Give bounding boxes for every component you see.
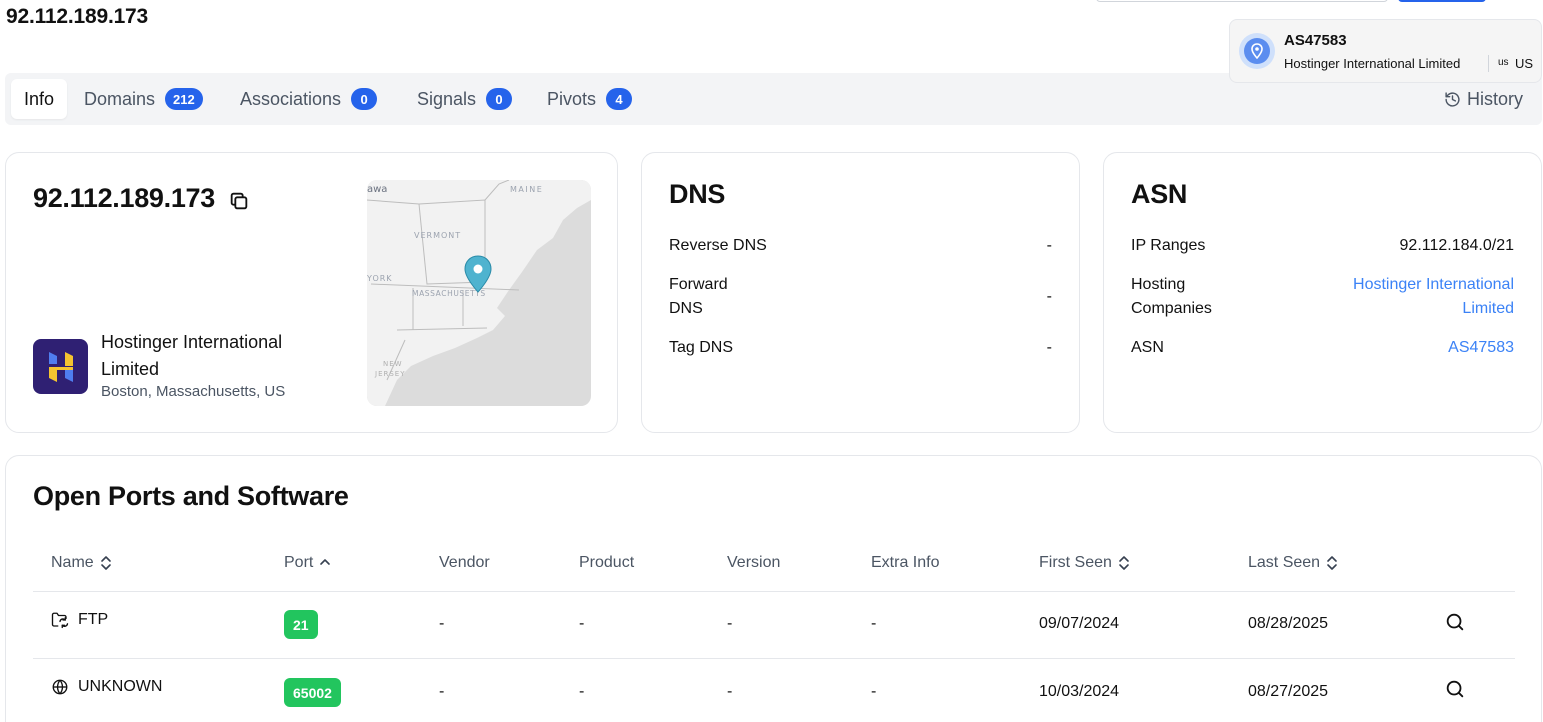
tab-label: Signals [417, 88, 477, 109]
folder-sync-icon [51, 612, 69, 629]
vendor-cell: - [439, 683, 445, 700]
row-divider [33, 591, 1515, 592]
location-map[interactable]: awa MAINE VERMONT YORK MASSACHUSETTS NEW… [367, 180, 591, 406]
search-input[interactable] [1096, 0, 1388, 2]
column-header-extra-info: Extra Info [871, 554, 940, 571]
tab-signals[interactable]: Signals 0 [417, 79, 513, 119]
ip-range-value: 92.112.184.0/21 [1399, 237, 1514, 254]
map-label: VERMONT [414, 231, 461, 240]
hosting-company-name: Hostinger International Limited [101, 332, 283, 379]
column-header-product: Product [579, 554, 635, 571]
dns-card: DNS Reverse DNS - Forward DNS - Tag DNS … [641, 152, 1080, 433]
asn-card: ASN IP Ranges 92.112.184.0/21 Hosting Co… [1103, 152, 1542, 433]
search-icon[interactable] [1444, 678, 1466, 700]
sort-icon [100, 556, 111, 570]
column-header-name[interactable]: Name [51, 554, 112, 572]
sort-icon [1327, 556, 1337, 570]
tab-label: Domains [84, 88, 156, 109]
tab-history[interactable]: History [1444, 79, 1523, 119]
tab-count-badge: 0 [351, 88, 378, 110]
page-title: 92.112.189.173 [6, 5, 149, 28]
asn-label: Hosting Companies [1131, 276, 1212, 317]
map-label: MASSACHUSETTS [412, 289, 486, 298]
column-header-version: Version [727, 554, 781, 571]
tab-domains[interactable]: Domains 212 [84, 79, 203, 119]
map-label: YORK [367, 274, 393, 283]
country-flag: us [1498, 57, 1509, 68]
tab-pivots[interactable]: Pivots 4 [547, 79, 633, 119]
asn-heading: ASN [1131, 179, 1188, 209]
dns-value: - [1046, 339, 1052, 356]
sort-icon [1119, 556, 1129, 570]
sort-ascending-icon [320, 559, 331, 565]
globe-icon [52, 679, 68, 695]
extra-info-cell: - [871, 683, 877, 700]
asn-popover-asn: AS47583 [1284, 32, 1347, 49]
tab-info[interactable]: Info [11, 79, 68, 119]
history-label: History [1466, 88, 1523, 109]
hostinger-logo [33, 339, 88, 394]
map-label: JERSEY [374, 370, 406, 378]
dns-label: Tag DNS [669, 339, 734, 356]
port-badge[interactable]: 65002 [284, 678, 341, 707]
dns-heading: DNS [669, 179, 726, 209]
map-label: MAINE [510, 185, 543, 194]
map-label: awa [367, 184, 387, 195]
asn-label: ASN [1131, 339, 1164, 356]
hosting-company-link[interactable]: Hostinger International Limited [1324, 273, 1514, 321]
map-label: NEW [383, 360, 403, 368]
tab-label: Associations [240, 88, 342, 109]
row-divider [33, 658, 1515, 659]
column-header-port[interactable]: Port [284, 554, 331, 572]
asn-label: IP Ranges [1131, 237, 1206, 254]
last-seen-cell: 08/28/2025 [1248, 615, 1329, 632]
tab-count-badge: 0 [486, 88, 513, 110]
search-icon[interactable] [1444, 611, 1466, 633]
product-cell: - [579, 683, 585, 700]
dns-value: - [1046, 237, 1052, 254]
asn-popover-company: Hostinger International Limited [1284, 56, 1461, 71]
tab-label: Info [24, 88, 55, 109]
product-cell: - [579, 615, 585, 632]
ports-title: Open Ports and Software [33, 481, 349, 511]
column-header-last-seen[interactable]: Last Seen [1248, 554, 1338, 572]
version-cell: - [727, 615, 733, 632]
open-ports-card: Open Ports and Software Name Port Vendor… [5, 455, 1542, 722]
tab-count-badge: 4 [606, 88, 633, 110]
first-seen-cell: 10/03/2024 [1039, 683, 1120, 700]
column-header-vendor: Vendor [439, 554, 490, 571]
dns-value: - [1046, 288, 1052, 305]
first-seen-cell: 09/07/2024 [1039, 615, 1120, 632]
ip-summary-card: 92.112.189.173 Hostinger International L… [5, 152, 618, 433]
version-cell: - [727, 683, 733, 700]
extra-info-cell: - [871, 615, 877, 632]
asn-popover-country: US [1515, 56, 1534, 71]
tab-label: Pivots [547, 88, 597, 109]
dns-label: Forward DNS [669, 276, 728, 317]
host-location: Boston, Massachusetts, US [101, 383, 286, 400]
location-pin-icon [1239, 33, 1275, 69]
column-header-first-seen[interactable]: First Seen [1039, 554, 1130, 572]
copy-icon[interactable] [228, 190, 250, 212]
tab-associations[interactable]: Associations 0 [240, 79, 378, 119]
vendor-cell: - [439, 615, 445, 632]
port-badge[interactable]: 21 [284, 610, 318, 639]
dns-label: Reverse DNS [669, 237, 767, 254]
port-name-cell: UNKNOWN [51, 678, 162, 696]
asn-link[interactable]: AS47583 [1448, 336, 1514, 360]
tab-count-badge: 212 [165, 88, 203, 110]
asn-popover: AS47583 Hostinger International Limited … [1229, 19, 1542, 83]
last-seen-cell: 08/27/2025 [1248, 683, 1329, 700]
divider [1488, 55, 1489, 72]
history-icon [1445, 91, 1460, 107]
ip-address: 92.112.189.173 [33, 183, 215, 213]
port-name-cell: FTP [51, 611, 108, 629]
search-button[interactable] [1398, 0, 1486, 2]
